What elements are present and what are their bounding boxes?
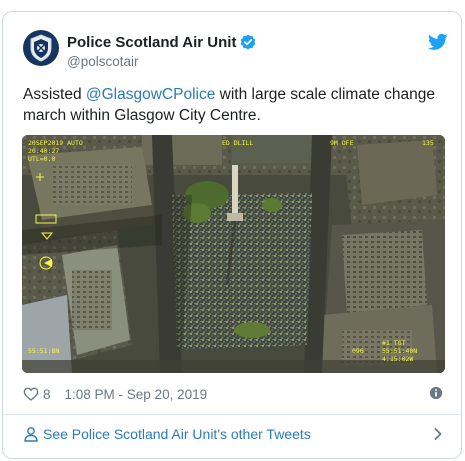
- osd-top-right-2: 135: [422, 139, 434, 147]
- more-tweets-label[interactable]: See Police Scotland Air Unit's other Twe…: [43, 426, 311, 442]
- more-tweets-link[interactable]: See Police Scotland Air Unit's other Twe…: [23, 422, 443, 446]
- aerial-photo: 20SEP2019 AUTO 20:40:27 UTL=0.0 ED DLILL…: [22, 135, 445, 373]
- tweet-card: Police Scotland Air Unit @polscotair Ass…: [2, 11, 462, 459]
- twitter-bird-icon[interactable]: [428, 32, 448, 52]
- author-name[interactable]: Police Scotland Air Unit: [67, 34, 236, 51]
- person-icon: [24, 427, 38, 442]
- osd-bottom-left: 55:51:8N: [28, 347, 59, 355]
- avatar[interactable]: [23, 30, 59, 66]
- osd-bottom-mid: 096: [352, 347, 364, 355]
- osd-top-left: 20SEP2019 AUTO: [28, 139, 83, 147]
- osd-bottom-right-2: 55:51:40N: [382, 347, 417, 355]
- svg-text:UTL=0.0: UTL=0.0: [28, 155, 55, 163]
- police-scotland-crest-icon: [30, 34, 52, 62]
- svg-text:20:40:27: 20:40:27: [28, 147, 59, 155]
- tweet-header: Police Scotland Air Unit @polscotair: [23, 28, 448, 76]
- tweet-text-prefix: Assisted: [23, 86, 86, 103]
- author-handle[interactable]: @polscotair: [67, 54, 256, 69]
- mention-link[interactable]: @GlasgowCPolice: [86, 86, 215, 103]
- info-icon[interactable]: [429, 386, 443, 400]
- tweet-text: Assisted @GlasgowCPolice with large scal…: [23, 84, 438, 126]
- heart-icon[interactable]: [23, 386, 39, 402]
- author-block[interactable]: Police Scotland Air Unit @polscotair: [67, 32, 256, 69]
- tweet-timestamp[interactable]: 1:08 PM - Sep 20, 2019: [65, 387, 208, 402]
- footer-divider: [3, 414, 461, 415]
- tweet-media-photo[interactable]: 20SEP2019 AUTO 20:40:27 UTL=0.0 ED DLILL…: [22, 135, 445, 373]
- tweet-meta: 8 1:08 PM - Sep 20, 2019: [23, 384, 207, 404]
- chevron-right-icon[interactable]: [431, 427, 445, 441]
- osd-bottom-right: #1 TGT: [382, 339, 406, 347]
- osd-top-center: ED DLILL: [222, 139, 253, 147]
- verified-badge-icon: [240, 34, 256, 50]
- osd-top-right: 9M OFE: [330, 139, 354, 147]
- osd-bottom-right-3: 4:15:02W: [382, 355, 413, 363]
- like-count[interactable]: 8: [43, 387, 51, 402]
